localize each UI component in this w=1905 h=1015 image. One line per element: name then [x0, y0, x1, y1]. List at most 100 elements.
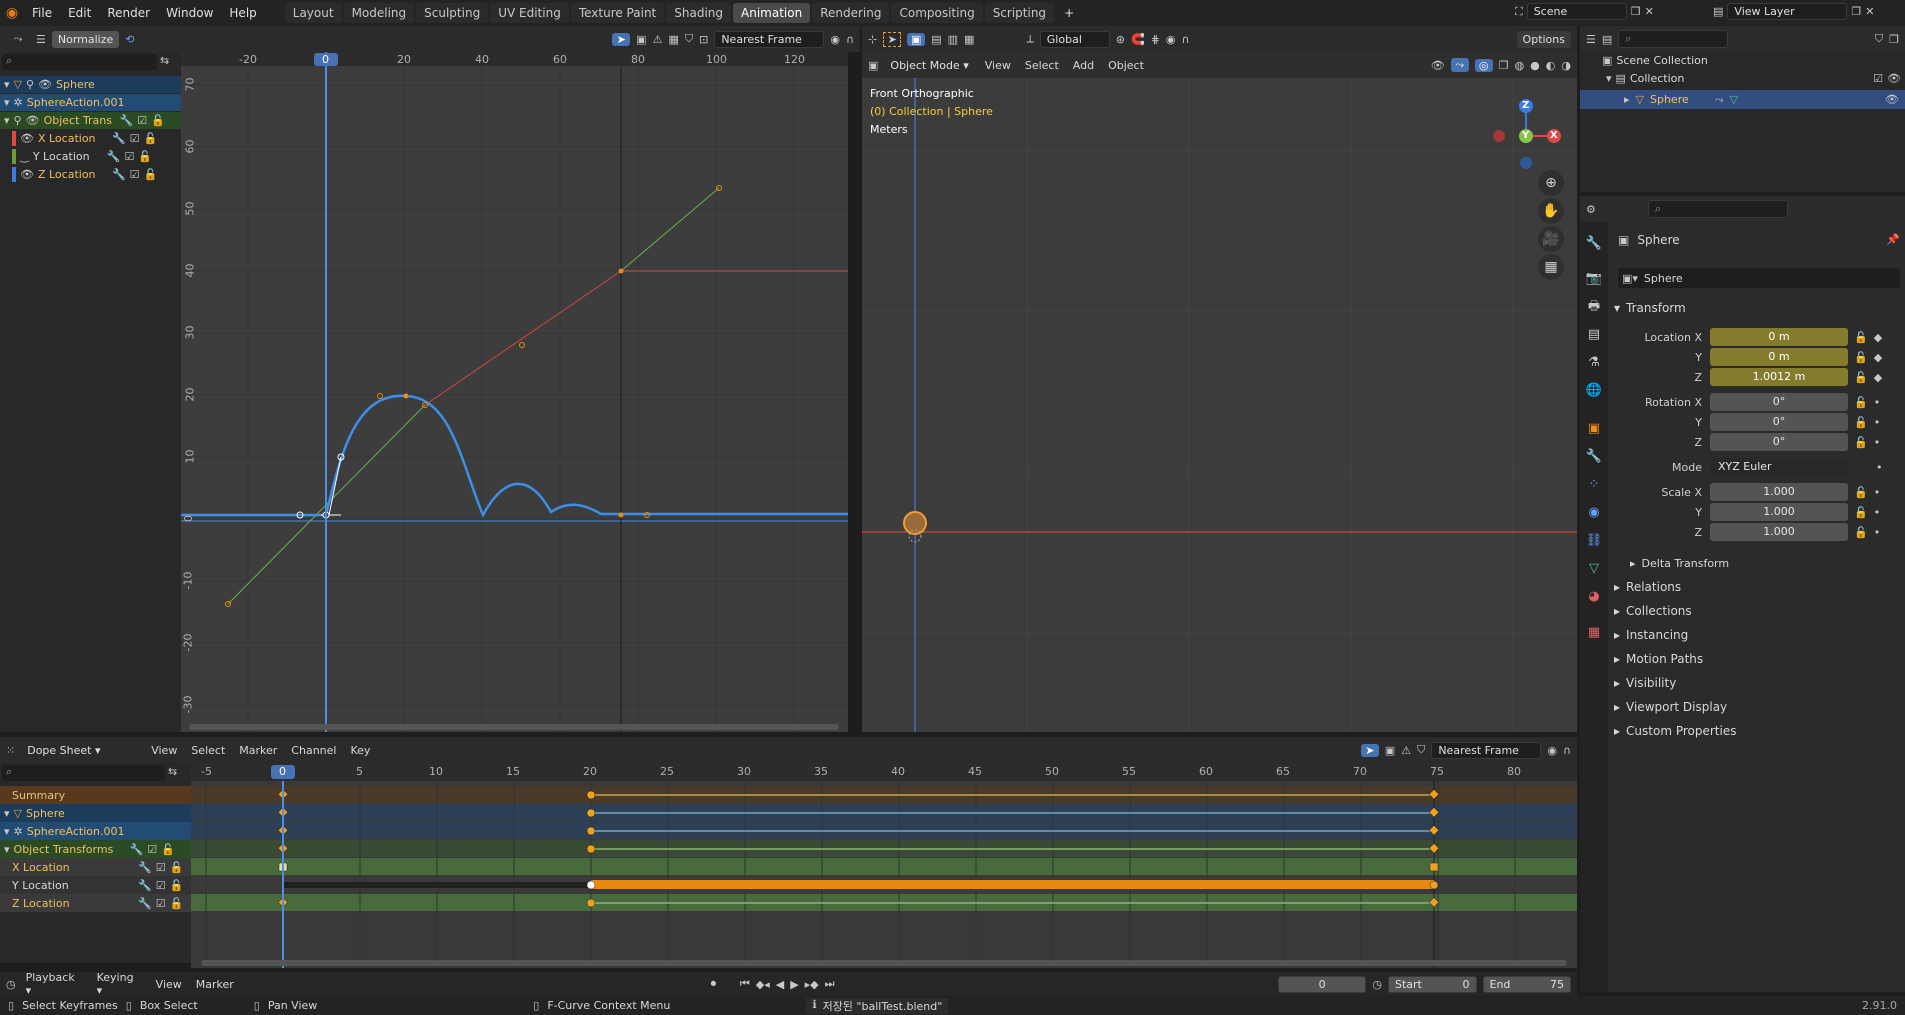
clock-icon[interactable]: ◷ [1372, 978, 1382, 991]
location-y-field[interactable]: 0 m [1710, 348, 1848, 366]
delta-transform-panel[interactable]: ▸ Delta Transform [1630, 553, 1905, 573]
jump-end-icon[interactable]: ⏭ [825, 977, 835, 991]
pan-hand-icon[interactable]: ✋ [1538, 198, 1564, 224]
ds-y-location-row[interactable]: Y Location 🔧 ☑ 🔓 [0, 876, 191, 894]
motion-paths-panel[interactable]: ▸ Motion Paths [1614, 649, 1900, 669]
outliner-editor-icon[interactable]: ☰ [1586, 33, 1596, 46]
overlay-toggle-icon[interactable]: ◎ [1474, 58, 1493, 72]
wrench-icon[interactable]: 🔧 [112, 168, 126, 181]
ds-action-row[interactable]: ▾ ✲ SphereAction.001 [0, 822, 191, 840]
channel-x-location[interactable]: 👁 X Location 🔧 ☑ 🔓 [0, 130, 181, 147]
only-selected-icon[interactable]: ▣ [1385, 744, 1395, 757]
texture-tab-icon[interactable]: ▦ [1582, 622, 1606, 644]
sphere-object[interactable] [903, 511, 927, 535]
dopesheet-canvas[interactable]: 0 -5 5 10 15 20 25 30 35 40 45 50 55 60 … [191, 763, 1577, 968]
menu-key[interactable]: Key [346, 744, 374, 757]
h-scrollbar[interactable] [201, 960, 1567, 966]
mode-extend-icon[interactable]: ▤ [931, 33, 941, 46]
tab-compositing[interactable]: Compositing [891, 3, 983, 23]
options-button[interactable]: Options [1516, 30, 1571, 48]
world-tab-icon[interactable]: 🌐 [1582, 380, 1606, 402]
snap-dropdown[interactable]: Nearest Frame [714, 30, 825, 48]
frame-ruler[interactable] [191, 763, 1577, 781]
snap-target-icon[interactable]: ⋕ [1151, 33, 1160, 46]
end-field[interactable]: 75 [1550, 978, 1564, 991]
copy-layer-icon[interactable]: ❐ [1851, 5, 1861, 18]
output-tab-icon[interactable]: 🖶 [1582, 296, 1606, 318]
menu-select[interactable]: Select [1021, 59, 1063, 72]
keyframe-dot-icon[interactable]: • [1874, 506, 1881, 519]
tab-modeling[interactable]: Modeling [343, 3, 415, 23]
editor-type-icon[interactable]: ⊹ [868, 33, 877, 46]
swap-icon[interactable]: ⇆ [168, 765, 177, 778]
zoom-icon[interactable]: ⊕ [1538, 170, 1564, 196]
play-icon[interactable]: ▶ [790, 978, 798, 991]
wrench-icon[interactable]: 🔧 [120, 114, 134, 127]
relations-panel[interactable]: ▸ Relations [1614, 577, 1900, 597]
keyframe-point[interactable] [403, 393, 409, 399]
collections-panel[interactable]: ▸ Collections [1614, 601, 1900, 621]
menu-keying[interactable]: Keying ▾ [93, 971, 146, 997]
select-box-icon[interactable]: ➤ [883, 31, 902, 47]
lock-icon[interactable]: 🔓 [1854, 351, 1868, 364]
keyframe-icon[interactable]: ◆ [1874, 331, 1882, 344]
keyframe-icon[interactable]: ◆ [1874, 351, 1882, 364]
view-layer-selector[interactable]: ▤ View Layer ❐ ✕ [1713, 3, 1875, 20]
channel-action[interactable]: ▾ ✲ SphereAction.001 [0, 94, 181, 111]
constraints-tab-icon[interactable]: ⛓ [1582, 530, 1606, 552]
grid-view-icon[interactable]: ▦ [1538, 254, 1564, 280]
pin-icon[interactable]: 📌 [1886, 233, 1900, 246]
ds-z-location-row[interactable]: Z Location 🔧 ☑ 🔓 [0, 894, 191, 912]
modifier-icon[interactable]: ⤳ [1715, 93, 1724, 107]
checkbox-icon[interactable]: ☑ [137, 114, 147, 127]
rendered-shading-icon[interactable]: ◑ [1561, 59, 1571, 72]
rotation-y-field[interactable]: 0° [1710, 413, 1848, 431]
menu-help[interactable]: Help [221, 6, 264, 20]
filter-icon[interactable]: ⛉ [1875, 32, 1883, 46]
h-scrollbar[interactable] [189, 724, 839, 730]
wrench-icon[interactable]: 🔧 [138, 861, 152, 874]
properties-editor-icon[interactable]: ⚙ [1586, 203, 1596, 216]
lock-icon[interactable]: 🔓 [1854, 331, 1868, 344]
editor-type-icon[interactable]: ⁙ [6, 744, 15, 757]
expand-icon[interactable]: ▾ [4, 78, 10, 91]
channel-object-sphere[interactable]: ▾ ▽ ⚲ 👁 Sphere [0, 76, 181, 93]
expand-icon[interactable]: ▾ [4, 96, 10, 109]
gizmo-neg-z[interactable] [1520, 157, 1532, 169]
start-field[interactable]: 0 [1463, 978, 1470, 991]
checkbox-icon[interactable]: ☑ [125, 150, 135, 163]
viewport-display-panel[interactable]: ▸ Viewport Display [1614, 697, 1900, 717]
menu-view[interactable]: View [147, 744, 181, 757]
next-key-icon[interactable]: ▸◆ [805, 978, 819, 991]
dopesheet-svg[interactable] [191, 763, 1577, 968]
scene-tab-icon[interactable]: ⚗ [1582, 352, 1606, 374]
lock-icon[interactable]: 🔓 [1854, 396, 1868, 409]
lock-icon[interactable]: 🔓 [1854, 526, 1868, 539]
expand-icon[interactable]: ▾ [4, 807, 10, 820]
wrench-icon[interactable]: 🔧 [138, 879, 152, 892]
checkbox-icon[interactable]: ☑ [1873, 72, 1883, 85]
scale-y-field[interactable]: 1.000 [1710, 503, 1848, 521]
tab-uv-editing[interactable]: UV Editing [490, 3, 569, 23]
render-tab-icon[interactable]: 📷 [1582, 268, 1606, 290]
y-hold-bar[interactable] [591, 880, 1434, 889]
rotation-z-field[interactable]: 0° [1710, 433, 1848, 451]
lock-icon[interactable]: 🔓 [144, 168, 158, 181]
tab-rendering[interactable]: Rendering [812, 3, 890, 23]
camera-icon[interactable]: 🎥 [1538, 226, 1564, 252]
view-layer-tab-icon[interactable]: ▤ [1582, 324, 1606, 346]
filter-icon[interactable]: ⛉ [1417, 743, 1425, 757]
tab-texture-paint[interactable]: Texture Paint [570, 3, 665, 23]
z-curve[interactable] [181, 394, 848, 518]
tab-layout[interactable]: Layout [284, 3, 342, 23]
proportional-icon[interactable]: ◉ [1547, 744, 1557, 757]
graph-svg[interactable] [181, 52, 848, 732]
select-tool-icon[interactable]: ➤ [612, 32, 631, 46]
channel-search[interactable]: ⌕ [2, 54, 157, 70]
object-browse-icon[interactable]: ▣▾ [1622, 272, 1638, 285]
transform-panel-header[interactable]: ▾ Transform [1614, 298, 1900, 318]
outliner-collection[interactable]: ▾ ▤ Collection ☑ 👁 [1606, 72, 1901, 85]
snap-dropdown[interactable]: Nearest Frame [1431, 741, 1542, 759]
keyframe-dot-icon[interactable]: • [1874, 436, 1881, 449]
play-reverse-icon[interactable]: ◀ [776, 978, 784, 991]
